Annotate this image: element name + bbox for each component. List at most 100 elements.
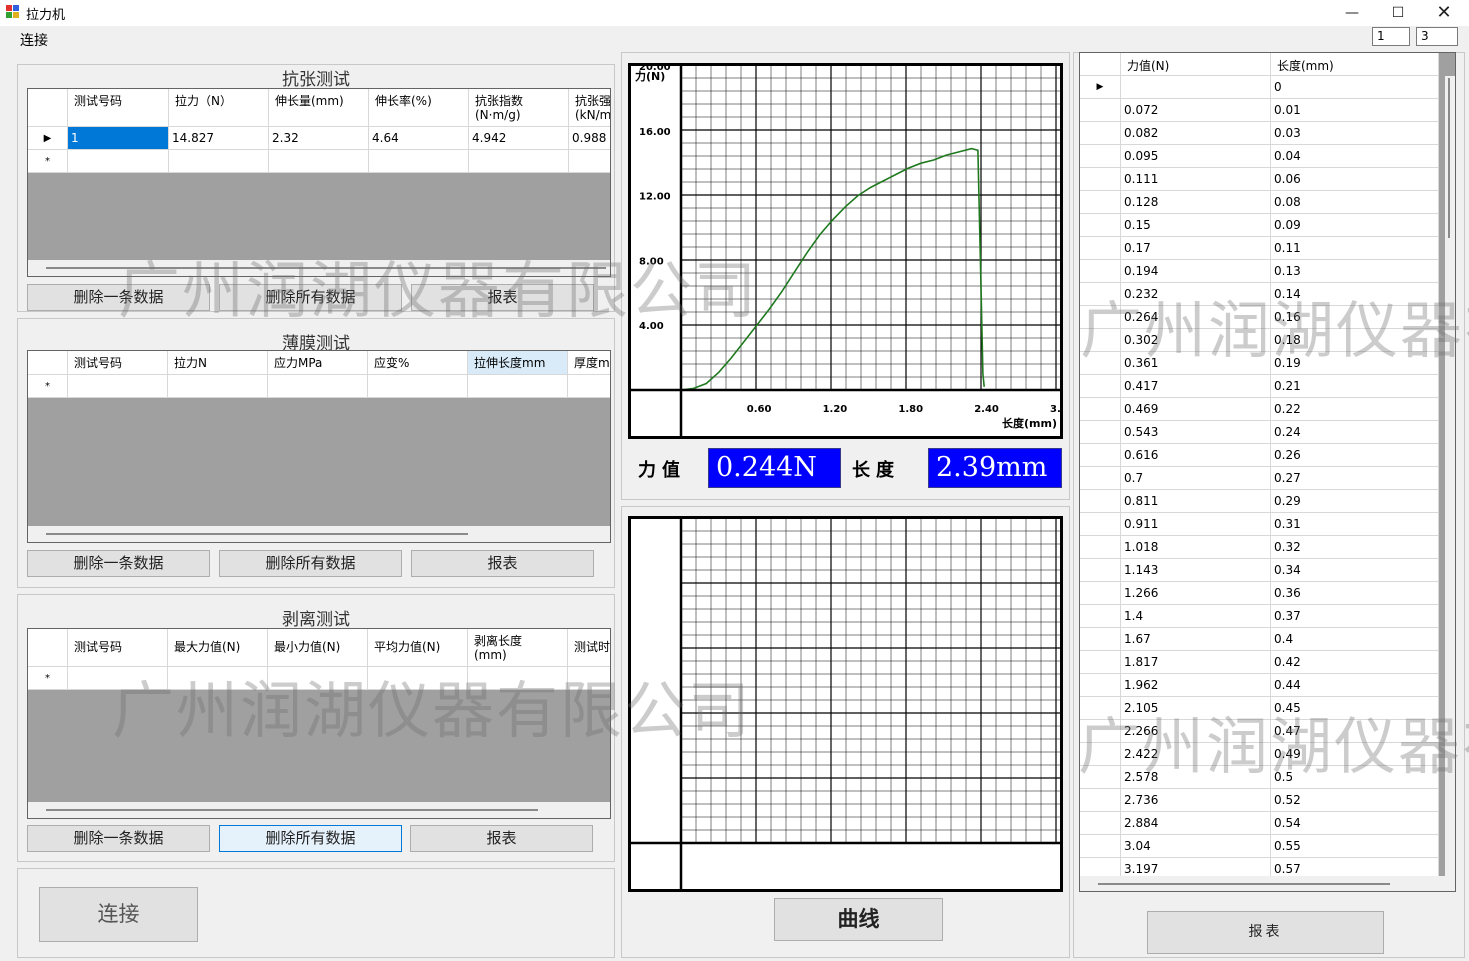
top-input-1[interactable]: 1 xyxy=(1372,27,1410,46)
tensile-delete-one-button[interactable]: 删除一条数据 xyxy=(27,284,210,311)
table-cell-length[interactable]: 0.45 xyxy=(1271,697,1439,720)
table-col-length[interactable]: 长度(mm) xyxy=(1271,53,1439,76)
table-cell-length[interactable]: 0.11 xyxy=(1271,237,1439,260)
film-col-2[interactable]: 应力MPa xyxy=(268,351,368,375)
report-button[interactable]: 报表 xyxy=(1147,911,1384,954)
table-row-header[interactable] xyxy=(1080,720,1121,743)
table-cell-length[interactable]: 0.19 xyxy=(1271,352,1439,375)
table-cell-force[interactable]: 0.417 xyxy=(1121,375,1271,398)
table-row-header[interactable] xyxy=(1080,99,1121,122)
data-table[interactable]: 力值(N) 长度(mm) ▶ 0.069 0 0.072 0.01 0.082 0.03 0.… xyxy=(1079,52,1456,892)
table-cell-force[interactable]: 2.736 xyxy=(1121,789,1271,812)
peel-hscroll[interactable] xyxy=(28,802,610,818)
table-hscroll[interactable] xyxy=(1080,876,1455,891)
table-cell-force[interactable]: 2.884 xyxy=(1121,812,1271,835)
table-vscroll[interactable] xyxy=(1445,76,1455,876)
film-delete-one-button[interactable]: 删除一条数据 xyxy=(27,550,210,577)
tensile-cell[interactable]: 14.827 xyxy=(169,127,269,150)
table-row-header[interactable] xyxy=(1080,306,1121,329)
tensile-cell[interactable]: 4.942 xyxy=(469,127,569,150)
menu-item-connect[interactable]: 连接 xyxy=(20,30,48,50)
tensile-cell[interactable]: 0.988 xyxy=(569,127,610,150)
table-row-header[interactable]: ▶ xyxy=(1080,76,1121,99)
table-cell-force[interactable]: 3.04 xyxy=(1121,835,1271,858)
table-cell-force[interactable]: 1.018 xyxy=(1121,536,1271,559)
tensile-col-2[interactable]: 伸长量(mm) xyxy=(269,89,369,127)
table-row-header[interactable] xyxy=(1080,559,1121,582)
table-row-header[interactable] xyxy=(1080,513,1121,536)
table-row-header[interactable] xyxy=(1080,237,1121,260)
table-cell-force[interactable]: 1.266 xyxy=(1121,582,1271,605)
table-cell-force[interactable]: 0.911 xyxy=(1121,513,1271,536)
table-cell-force[interactable]: 0.194 xyxy=(1121,260,1271,283)
table-cell-length[interactable]: 0.01 xyxy=(1271,99,1439,122)
table-row-header[interactable] xyxy=(1080,421,1121,444)
peel-col-0[interactable]: 测试号码 xyxy=(68,629,168,667)
table-cell-length[interactable]: 0.22 xyxy=(1271,398,1439,421)
table-cell-length[interactable]: 0.08 xyxy=(1271,191,1439,214)
table-cell-force[interactable]: 1.817 xyxy=(1121,651,1271,674)
table-cell-force[interactable]: 0.17 xyxy=(1121,237,1271,260)
table-cell-force[interactable]: 0.616 xyxy=(1121,444,1271,467)
table-cell-length[interactable]: 0.29 xyxy=(1271,490,1439,513)
maximize-icon[interactable]: ☐ xyxy=(1375,0,1421,26)
table-cell-force[interactable]: 2.266 xyxy=(1121,720,1271,743)
table-cell-length[interactable]: 0.42 xyxy=(1271,651,1439,674)
table-row-header[interactable] xyxy=(1080,191,1121,214)
film-report-button[interactable]: 报表 xyxy=(411,550,594,577)
table-cell-force[interactable]: 0.095 xyxy=(1121,145,1271,168)
table-col-force[interactable]: 力值(N) xyxy=(1121,53,1271,76)
table-row-header[interactable] xyxy=(1080,812,1121,835)
table-cell-length[interactable]: 0.21 xyxy=(1271,375,1439,398)
table-row-header[interactable] xyxy=(1080,214,1121,237)
film-delete-all-button[interactable]: 删除所有数据 xyxy=(219,550,402,577)
film-grid[interactable]: 测试号码 拉力N 应力MPa 应变% 拉伸长度mm 厚度m * xyxy=(27,350,611,543)
table-row-header[interactable] xyxy=(1080,122,1121,145)
table-cell-force[interactable]: 2.422 xyxy=(1121,743,1271,766)
table-row-header[interactable] xyxy=(1080,628,1121,651)
peel-delete-one-button[interactable]: 删除一条数据 xyxy=(27,825,210,852)
table-cell-force[interactable]: 0.543 xyxy=(1121,421,1271,444)
table-row-header[interactable] xyxy=(1080,605,1121,628)
table-cell-length[interactable]: 0.03 xyxy=(1271,122,1439,145)
table-cell-length[interactable]: 0.47 xyxy=(1271,720,1439,743)
table-cell-length[interactable]: 0.4 xyxy=(1271,628,1439,651)
new-row-marker[interactable]: * xyxy=(28,150,68,173)
new-row-marker[interactable]: * xyxy=(28,667,68,690)
table-cell-force[interactable]: 0.361 xyxy=(1121,352,1271,375)
table-cell-length[interactable]: 0.06 xyxy=(1271,168,1439,191)
peel-report-button[interactable]: 报表 xyxy=(410,825,593,852)
table-cell-force[interactable]: 0.7 xyxy=(1121,467,1271,490)
table-cell-length[interactable]: 0.27 xyxy=(1271,467,1439,490)
tensile-report-button[interactable]: 报表 xyxy=(411,284,594,311)
table-row-header[interactable] xyxy=(1080,697,1121,720)
film-col-0[interactable]: 测试号码 xyxy=(68,351,168,375)
table-cell-length[interactable]: 0.32 xyxy=(1271,536,1439,559)
tensile-col-1[interactable]: 拉力（N） xyxy=(169,89,269,127)
peel-col-1[interactable]: 最大力值(N) xyxy=(168,629,268,667)
table-row-header[interactable] xyxy=(1080,766,1121,789)
table-cell-length[interactable]: 0.52 xyxy=(1271,789,1439,812)
table-cell-force[interactable]: 0.111 xyxy=(1121,168,1271,191)
table-cell-force[interactable]: 0.469 xyxy=(1121,398,1271,421)
table-cell-length[interactable]: 0.09 xyxy=(1271,214,1439,237)
curve-button[interactable]: 曲线 xyxy=(774,898,943,941)
table-row-header[interactable] xyxy=(1080,283,1121,306)
new-row-marker[interactable]: * xyxy=(28,375,68,398)
table-row-header[interactable] xyxy=(1080,467,1121,490)
table-cell-length[interactable]: 0.5 xyxy=(1271,766,1439,789)
close-icon[interactable]: ✕ xyxy=(1421,0,1467,26)
film-hscroll[interactable] xyxy=(28,526,610,542)
table-cell-force[interactable]: 0.302 xyxy=(1121,329,1271,352)
tensile-cell[interactable]: 4.64 xyxy=(369,127,469,150)
table-cell-length[interactable]: 0.13 xyxy=(1271,260,1439,283)
minimize-icon[interactable]: — xyxy=(1329,0,1375,26)
tensile-hscroll[interactable] xyxy=(28,260,610,276)
table-cell-force[interactable]: 2.578 xyxy=(1121,766,1271,789)
peel-col-4[interactable]: 剥离长度 (mm) xyxy=(468,629,568,667)
table-cell-length[interactable]: 0.14 xyxy=(1271,283,1439,306)
film-col-3[interactable]: 应变% xyxy=(368,351,468,375)
peel-delete-all-button[interactable]: 删除所有数据 xyxy=(219,825,402,852)
table-row-header[interactable] xyxy=(1080,536,1121,559)
row-selector-icon[interactable]: ▶ xyxy=(28,127,68,150)
